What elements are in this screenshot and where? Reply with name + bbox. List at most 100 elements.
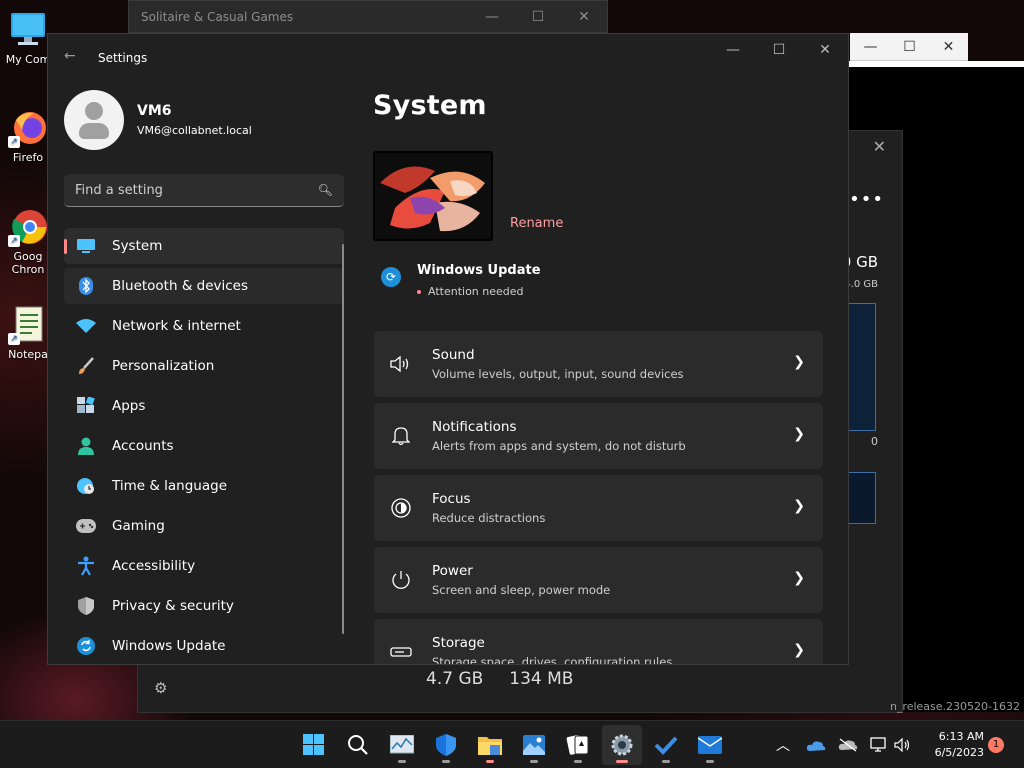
sidebar-item-windows-update[interactable]: Windows Update (64, 628, 344, 664)
card-title: Focus (432, 491, 471, 507)
minimize-button[interactable]: — (851, 33, 890, 61)
system-display-icon (76, 236, 96, 256)
shortcut-arrow-icon: ↗ (8, 136, 20, 148)
memory-stat-compressed: 134 MB (509, 669, 574, 689)
search-input[interactable] (75, 182, 305, 198)
windows-update-status[interactable]: ⟳ Windows Update Attention needed (373, 263, 825, 298)
user-profile[interactable]: VM6 VM6@collabnet.local (64, 90, 252, 150)
card-notifications[interactable]: Notifications Alerts from apps and syste… (374, 403, 823, 469)
wifi-icon (76, 316, 96, 336)
settings-window[interactable]: ← Settings — ☐ ✕ VM6 VM6@collabnet.local… (47, 33, 849, 665)
maximize-button[interactable]: ☐ (515, 1, 561, 33)
sidebar-item-label: Windows Update (112, 638, 226, 654)
speaker-icon (894, 738, 910, 752)
globe-clock-icon (76, 476, 96, 496)
sidebar-item-personalization[interactable]: Personalization (64, 348, 344, 384)
cloud-offline-icon (838, 738, 858, 752)
taskbar-app-solitaire[interactable] (558, 725, 598, 765)
update-icon (76, 636, 96, 656)
firefox-icon: ↗ (8, 108, 48, 148)
taskbar-app-resource-monitor[interactable] (382, 725, 422, 765)
sidebar-item-label: Apps (112, 398, 146, 414)
person-icon (76, 436, 96, 456)
taskbar-app-todo[interactable] (646, 725, 686, 765)
back-arrow-icon[interactable]: ← (64, 48, 76, 64)
notification-badge[interactable]: 1 (988, 737, 1004, 753)
network-tray-icon[interactable] (838, 721, 858, 768)
clock[interactable]: 6:13 AM 6/5/2023 (922, 729, 984, 761)
sidebar-item-apps[interactable]: Apps (64, 388, 344, 424)
sidebar-item-gaming[interactable]: Gaming (64, 508, 344, 544)
sidebar-item-label: Bluetooth & devices (112, 278, 249, 294)
notepad-icon: ↗ (8, 305, 48, 345)
bell-icon (390, 425, 412, 447)
card-power[interactable]: Power Screen and sleep, power mode ❯ (374, 547, 823, 613)
close-icon[interactable]: ✕ (873, 137, 886, 156)
sidebar-item-label: System (112, 238, 163, 254)
graph-zero-label: 0 (871, 435, 878, 448)
onedrive-tray-icon[interactable] (806, 721, 826, 768)
card-title: Notifications (432, 419, 517, 435)
sidebar-item-accessibility[interactable]: Accessibility (64, 548, 344, 584)
maximize-button[interactable]: ☐ (890, 33, 929, 61)
bluetooth-icon (76, 276, 96, 296)
sidebar-item-label: Time & language (112, 478, 228, 494)
more-options-icon[interactable]: ••• (849, 189, 884, 210)
app-title: Settings (98, 51, 148, 65)
sidebar-nav: System Bluetooth & devices Network & int… (64, 228, 344, 664)
rename-link[interactable]: Rename (510, 216, 563, 231)
memory-stat-in-use: 4.7 GB (426, 669, 484, 689)
build-watermark: n_release.230520-1632 (889, 700, 1020, 713)
sidebar-item-privacy-security[interactable]: Privacy & security (64, 588, 344, 624)
taskbar-app-settings[interactable] (602, 725, 642, 765)
card-sound[interactable]: Sound Volume levels, output, input, soun… (374, 331, 823, 397)
sidebar-item-network[interactable]: Network & internet (64, 308, 344, 344)
sidebar-scrollbar[interactable] (342, 244, 344, 634)
maximize-button[interactable]: ☐ (756, 34, 802, 66)
search-box[interactable]: 🔍︎ (64, 174, 344, 207)
taskbar-search-button[interactable] (338, 725, 378, 765)
close-button[interactable]: ✕ (802, 34, 848, 66)
search-icon[interactable]: 🔍︎ (318, 183, 333, 197)
close-button[interactable]: ✕ (929, 33, 968, 61)
minimize-button[interactable]: — (469, 1, 515, 33)
settings-card-list: Sound Volume levels, output, input, soun… (374, 331, 823, 664)
avatar[interactable] (64, 90, 124, 150)
taskbar-app-file-explorer[interactable] (470, 725, 510, 765)
chrome-icon: ↗ (8, 207, 48, 247)
sidebar-item-label: Accessibility (112, 558, 196, 574)
taskbar-app-photos[interactable] (514, 725, 554, 765)
paintbrush-icon (76, 356, 96, 376)
show-hidden-icons-button[interactable]: ︿ (776, 721, 790, 768)
sidebar-item-accounts[interactable]: Accounts (64, 428, 344, 464)
speaker-icon (390, 353, 412, 375)
chevron-right-icon: ❯ (793, 354, 805, 370)
chevron-right-icon: ❯ (793, 570, 805, 586)
chevron-right-icon: ❯ (793, 426, 805, 442)
card-storage[interactable]: Storage Storage space, drives, configura… (374, 619, 823, 664)
sidebar-item-bluetooth[interactable]: Bluetooth & devices (64, 268, 344, 304)
device-wallpaper-thumbnail[interactable] (373, 151, 493, 241)
start-icon (303, 734, 324, 755)
network-status-tray-icon[interactable] (870, 721, 888, 768)
memory-scale-label: 4.0 GB (844, 279, 878, 290)
taskbar-app-defender[interactable] (426, 725, 466, 765)
close-button[interactable]: ✕ (561, 1, 607, 33)
sidebar-item-system[interactable]: System (64, 228, 344, 264)
defender-icon (436, 734, 456, 756)
card-focus[interactable]: Focus Reduce distractions ❯ (374, 475, 823, 541)
gear-icon[interactable]: ⚙ (154, 679, 167, 697)
chevron-up-icon: ︿ (776, 738, 790, 754)
minimize-button[interactable]: — (710, 34, 756, 66)
power-icon (390, 569, 412, 591)
solitaire-icon (566, 735, 589, 755)
background-window-titlebar[interactable]: — ☐ ✕ (850, 33, 968, 61)
title-bar[interactable]: ← Settings — ☐ ✕ (48, 34, 848, 82)
start-button[interactable] (294, 725, 334, 765)
sidebar-item-time-language[interactable]: Time & language (64, 468, 344, 504)
taskbar-app-mail[interactable] (690, 725, 730, 765)
shortcut-arrow-icon: ↗ (8, 235, 20, 247)
volume-tray-icon[interactable] (894, 721, 912, 768)
memory-composition-graph (847, 472, 876, 524)
solitaire-window[interactable]: Solitaire & Casual Games — ☐ ✕ (128, 0, 608, 33)
